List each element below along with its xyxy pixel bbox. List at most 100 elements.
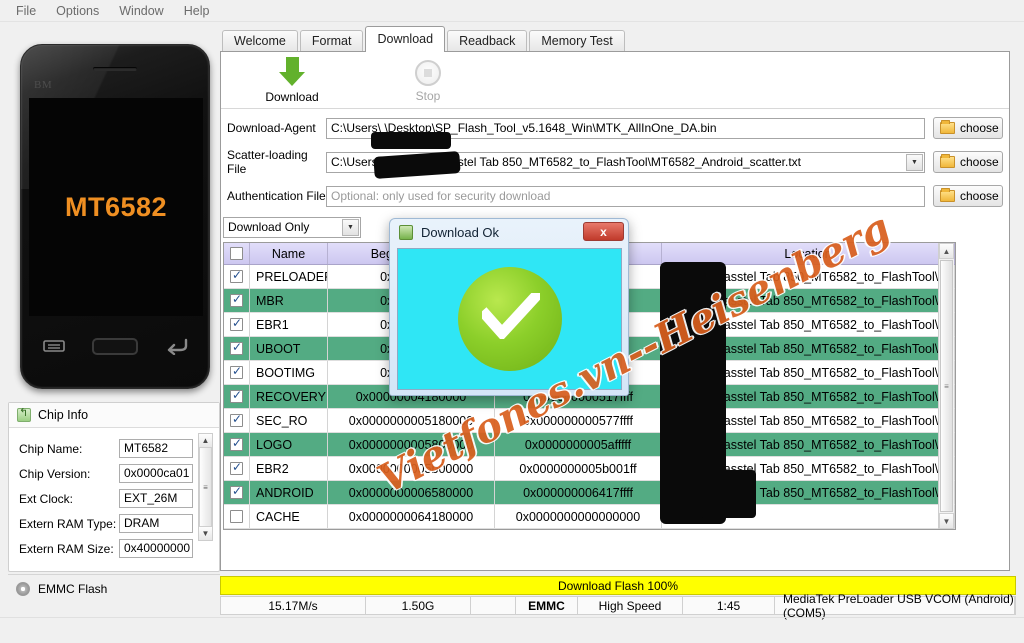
row-checkbox-cell[interactable] (224, 505, 250, 528)
row-begin: 0x0000000005b00000 (328, 457, 495, 480)
chip-info-panel: Chip Info Chip Name: MT6582 Chip Version… (8, 402, 220, 572)
row-checkbox[interactable] (230, 436, 243, 451)
row-begin: 0x0000000005180000 (328, 409, 495, 432)
device-preview: BM MT6582 (8, 26, 220, 398)
ext-clock-value[interactable]: EXT_26M (119, 489, 193, 508)
menu-item-help[interactable]: Help (174, 1, 220, 21)
tab-welcome[interactable]: Welcome (222, 30, 298, 52)
status-size: 1.50G (366, 597, 471, 614)
table-row[interactable]: USRDATA 0x000000006bf80000 0x00000000000… (224, 529, 955, 530)
row-name: CACHE (250, 505, 328, 528)
status-bar: Download Flash 100% 15.17M/s 1.50G EMMC … (220, 576, 1020, 620)
scatter-file-choose-button[interactable]: choose (933, 151, 1003, 173)
row-checkbox[interactable] (230, 484, 243, 499)
dialog-title-bar: Download Ok x (390, 219, 628, 246)
row-checkbox[interactable] (230, 412, 243, 427)
stop-button-label: Stop (415, 88, 441, 103)
download-arrow-icon (253, 56, 331, 87)
dialog-body (397, 248, 622, 390)
choose-label: choose (960, 155, 999, 169)
chip-info-row: Chip Version: 0x0000ca01 (19, 461, 221, 486)
header-name[interactable]: Name (250, 243, 328, 264)
row-checkbox[interactable] (230, 460, 243, 475)
chip-name-label: MT6582 (64, 191, 168, 222)
scrollbar-thumb[interactable]: ≡ (199, 447, 212, 527)
tab-download[interactable]: Download (365, 26, 446, 52)
extern-ram-type-value[interactable]: DRAM (119, 514, 193, 533)
row-end: 0x000000000577ffff (495, 409, 662, 432)
scroll-up-icon[interactable]: ▲ (199, 434, 212, 447)
table-row[interactable]: SEC_RO 0x0000000005180000 0x000000000577… (224, 409, 955, 433)
chip-info-row: Ext Clock: EXT_26M (19, 486, 221, 511)
stop-button[interactable]: Stop (389, 58, 467, 103)
row-name: PRELOADER (250, 265, 328, 288)
chip-info-row: Chip Name: MT6582 (19, 436, 221, 461)
table-row[interactable]: EBR2 0x0000000005b00000 0x0000000005b001… (224, 457, 955, 481)
authentication-file-choose-button[interactable]: choose (933, 185, 1003, 207)
extern-ram-type-field-label: Extern RAM Type: (19, 516, 117, 531)
row-end: 0x0000000000000000 (495, 529, 662, 530)
header-location[interactable]: Location (662, 243, 955, 264)
download-agent-choose-button[interactable]: choose (933, 117, 1003, 139)
back-icon (168, 338, 188, 355)
row-checkbox[interactable] (230, 316, 243, 331)
tab-format[interactable]: Format (299, 30, 364, 52)
select-all-header[interactable] (224, 243, 250, 264)
download-button[interactable]: Download (253, 56, 331, 104)
download-mode-select[interactable]: Download Only ▼ (223, 217, 361, 238)
left-panel: BM MT6582 Chip Info (8, 26, 220, 604)
row-checkbox-cell[interactable] (224, 529, 250, 530)
row-checkbox[interactable] (230, 364, 243, 379)
authentication-file-input[interactable]: Optional: only used for security downloa… (326, 185, 925, 207)
row-end: 0x0000000005b001ff (495, 457, 662, 480)
menu-item-options[interactable]: Options (46, 1, 109, 21)
table-row[interactable]: ANDROID 0x0000000006580000 0x00000000641… (224, 481, 955, 505)
menu-item-window[interactable]: Window (109, 1, 173, 21)
scroll-down-icon[interactable]: ▼ (939, 513, 954, 529)
row-checkbox-cell[interactable] (224, 409, 250, 432)
row-checkbox-cell[interactable] (224, 385, 250, 408)
row-checkbox-cell[interactable] (224, 433, 250, 456)
success-circle-icon (457, 267, 562, 371)
status-storage-type: EMMC (516, 597, 578, 614)
row-checkbox[interactable] (230, 268, 243, 283)
row-begin: 0x0000000064180000 (328, 505, 495, 528)
row-name: LOGO (250, 433, 328, 456)
row-checkbox-cell[interactable] (224, 289, 250, 312)
download-ok-dialog: Download Ok x (389, 218, 629, 396)
row-checkbox-cell[interactable] (224, 337, 250, 360)
chip-version-value[interactable]: 0x0000ca01 (119, 464, 193, 483)
scroll-up-icon[interactable]: ▲ (939, 243, 954, 259)
chevron-down-icon[interactable]: ▼ (342, 219, 359, 236)
row-checkbox-cell[interactable] (224, 265, 250, 288)
folder-icon (940, 154, 955, 168)
phone-speaker-icon (93, 67, 137, 71)
stop-icon (415, 59, 441, 86)
row-checkbox[interactable] (230, 510, 243, 523)
row-checkbox[interactable] (230, 340, 243, 355)
table-row[interactable]: LOGO 0x0000000005800000 0x0000000005afff… (224, 433, 955, 457)
extern-ram-size-value[interactable]: 0x40000000 (119, 539, 193, 558)
row-checkbox-cell[interactable] (224, 361, 250, 384)
row-checkbox[interactable] (230, 292, 243, 307)
scrollbar-thumb[interactable]: ≡ (940, 260, 953, 512)
close-icon[interactable]: x (583, 222, 624, 241)
status-elapsed: 1:45 (683, 597, 775, 614)
scroll-down-icon[interactable]: ▼ (199, 527, 212, 540)
table-scrollbar[interactable]: ▲ ≡ ▼ (938, 243, 954, 529)
menu-item-file[interactable]: File (6, 1, 46, 21)
bottom-divider (0, 617, 1024, 618)
chevron-down-icon[interactable]: ▼ (906, 153, 923, 171)
tab-readback[interactable]: Readback (447, 30, 528, 52)
chip-info-scrollbar[interactable]: ▲ ≡ ▼ (198, 433, 213, 541)
chip-name-value[interactable]: MT6582 (119, 439, 193, 458)
chip-info-icon (17, 406, 31, 422)
row-checkbox-cell[interactable] (224, 457, 250, 480)
tab-memory-test[interactable]: Memory Test (529, 30, 625, 52)
select-all-checkbox[interactable] (230, 247, 243, 260)
row-checkbox-cell[interactable] (224, 481, 250, 504)
row-checkbox[interactable] (230, 388, 243, 403)
table-row[interactable]: CACHE 0x0000000064180000 0x0000000000000… (224, 505, 955, 529)
row-checkbox-cell[interactable] (224, 313, 250, 336)
folder-icon (940, 120, 955, 134)
